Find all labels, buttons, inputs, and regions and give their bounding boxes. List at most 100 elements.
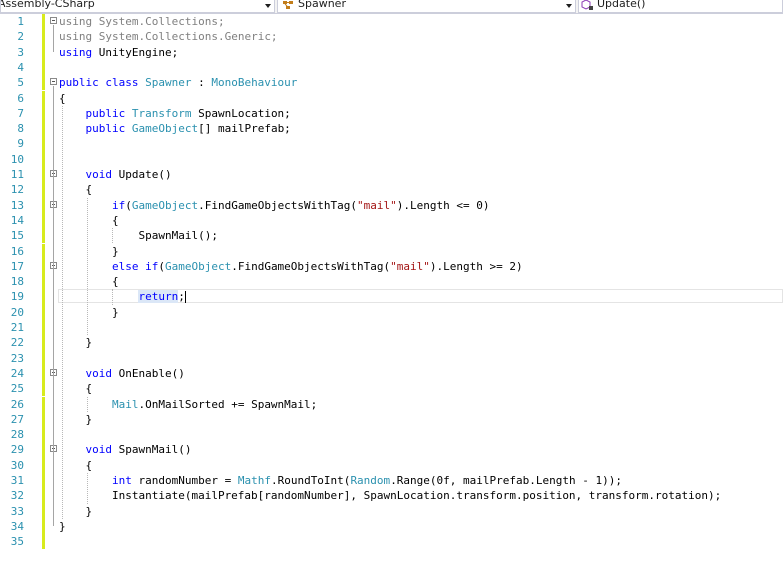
code-token: : — [191, 76, 212, 90]
code-line[interactable]: 16 } — [0, 243, 783, 259]
code-text: { — [59, 91, 66, 106]
code-text: } — [59, 244, 119, 259]
code-token: Instantiate(mailPrefab[randomNumber], Sp… — [59, 489, 722, 503]
code-line[interactable]: 33 } — [0, 503, 783, 519]
code-line[interactable]: 26 Mail.OnMailSorted += SpawnMail; — [0, 396, 783, 412]
code-token: { — [59, 275, 119, 289]
project-dropdown[interactable]: Assembly-CSharp — [0, 0, 275, 13]
code-token: { — [59, 213, 119, 227]
code-text: Mail.OnMailSorted += SpawnMail; — [59, 397, 317, 412]
outline-connector — [53, 269, 54, 312]
line-number: 26 — [10, 397, 24, 411]
code-line[interactable]: 7 public Transform SpawnLocation; — [0, 105, 783, 122]
code-text: { — [59, 458, 92, 473]
code-line[interactable]: 3 using UnityEngine; — [0, 44, 783, 60]
code-line[interactable]: 32 Instantiate(mailPrefab[randomNumber],… — [0, 488, 783, 504]
change-marker — [42, 197, 45, 213]
line-number: 9 — [17, 137, 24, 151]
code-editor[interactable]: 1 using System.Collections; 2 using System.… — [0, 14, 783, 568]
code-line[interactable]: 34} — [0, 518, 783, 535]
collapse-icon[interactable] — [50, 78, 57, 86]
outline-connector — [53, 453, 54, 511]
code-line[interactable]: 30 { — [0, 457, 783, 473]
change-marker — [42, 14, 45, 30]
code-line[interactable]: 5 public class Spawner : MonoBehaviour — [0, 75, 783, 91]
collapse-icon[interactable] — [50, 17, 57, 24]
code-line[interactable]: 15 SpawnMail(); — [0, 228, 783, 244]
code-text: public Transform SpawnLocation; — [59, 106, 290, 121]
code-text: void Update() — [59, 167, 171, 182]
code-line[interactable]: 10 — [0, 151, 783, 167]
line-number: 17 — [10, 259, 24, 273]
code-token: Random — [350, 474, 391, 487]
code-line[interactable]: 21 — [0, 320, 783, 336]
class-dropdown[interactable]: Spawner — [277, 0, 576, 13]
navigation-bar: Assembly-CSharp Spawner Update() — [0, 0, 783, 14]
code-line[interactable]: 11 void Update() — [0, 167, 783, 183]
code-line[interactable]: 13 if(GameObject.FindGameObjectsWithTag(… — [0, 197, 783, 213]
change-marker — [42, 503, 45, 519]
indent-guide — [112, 289, 113, 305]
code-line[interactable]: 23 — [0, 350, 783, 366]
code-token: randomNumber = — [138, 474, 238, 487]
code-line[interactable]: 25 { — [0, 381, 783, 397]
code-line[interactable]: 2 using System.Collections.Generic; — [0, 29, 783, 45]
line-number: 11 — [10, 168, 24, 181]
code-line[interactable]: 17 else if(GameObject.FindGameObjectsWit… — [0, 258, 783, 275]
code-line[interactable]: 9 — [0, 136, 783, 152]
code-line[interactable]: 22 } — [0, 335, 783, 351]
code-text: public class Spawner : MonoBehaviour — [59, 75, 297, 90]
code-token: void — [59, 366, 119, 380]
line-number: 16 — [10, 244, 24, 258]
change-marker — [42, 243, 45, 259]
code-line[interactable]: 29 void SpawnMail() — [0, 442, 783, 458]
line-number: 32 — [10, 489, 24, 503]
code-token: .FindGameObjectsWithTag( — [231, 259, 391, 273]
code-token: .FindGameObjectsWithTag( — [198, 198, 358, 212]
change-marker — [42, 121, 45, 137]
change-marker — [42, 457, 45, 473]
code-token: System.Collections; — [98, 15, 225, 28]
line-number: 12 — [10, 183, 24, 197]
code-line[interactable]: 35 — [0, 534, 783, 550]
code-text: SpawnMail(); — [59, 228, 217, 243]
code-line[interactable]: 27 } — [0, 411, 783, 428]
change-marker — [42, 518, 45, 535]
code-line[interactable]: 28 — [0, 427, 783, 443]
code-line[interactable]: 12 { — [0, 182, 783, 198]
code-text: if(GameObject.FindGameObjectsWithTag("ma… — [59, 198, 490, 213]
code-token: .Range(0f, mailPrefab.Length - 1)); — [390, 474, 622, 487]
change-marker — [42, 59, 45, 76]
change-marker — [42, 488, 45, 504]
change-marker — [42, 212, 45, 229]
line-number: 8 — [17, 122, 24, 136]
code-text: public GameObject[] mailPrefab; — [59, 121, 290, 136]
code-line[interactable]: 31 int randomNumber = Mathf.RoundToInt(R… — [0, 473, 783, 489]
text-caret — [184, 291, 186, 304]
code-text: { — [59, 182, 92, 197]
code-line[interactable]: 6{ — [0, 90, 783, 106]
member-dropdown[interactable]: Update() — [578, 0, 783, 13]
code-line[interactable]: 24 void OnEnable() — [0, 365, 783, 382]
code-token: System.Collections.Generic; — [98, 30, 278, 44]
code-token: ( — [125, 198, 132, 212]
code-line[interactable]: 19 return; — [0, 289, 783, 305]
code-text: } — [59, 305, 119, 320]
code-line[interactable]: 1 using System.Collections; — [0, 14, 783, 30]
code-text: int randomNumber = Mathf.RoundToInt(Rand… — [59, 473, 622, 488]
code-line[interactable]: 4 — [0, 59, 783, 76]
code-token: using — [59, 15, 99, 28]
code-text: else if(GameObject.FindGameObjectsWithTa… — [59, 259, 523, 274]
code-token: Mathf — [237, 474, 271, 487]
line-number: 28 — [10, 428, 24, 442]
code-token: using — [59, 45, 99, 59]
code-line[interactable]: 18 { — [0, 274, 783, 290]
change-marker — [42, 365, 45, 382]
change-marker — [42, 90, 45, 106]
code-line[interactable]: 8 public GameObject[] mailPrefab; — [0, 121, 783, 137]
code-line[interactable]: 20 } — [0, 304, 783, 320]
line-number: 4 — [17, 60, 24, 74]
code-line[interactable]: 14 { — [0, 212, 783, 229]
code-token: OnEnable() — [118, 366, 185, 380]
